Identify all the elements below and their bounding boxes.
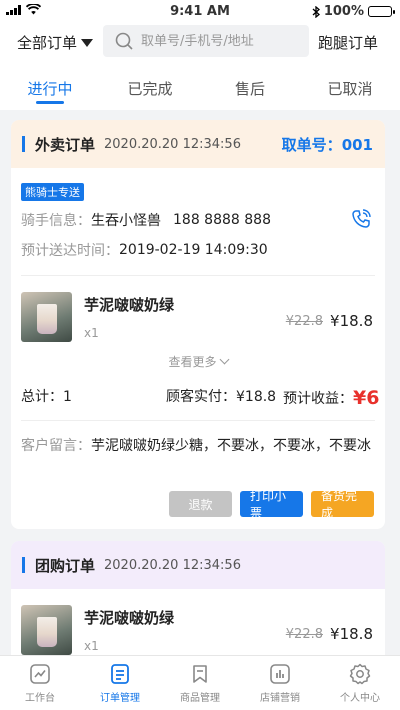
phone-call-icon[interactable]	[351, 209, 371, 229]
chevron-down-icon	[219, 354, 229, 365]
pickup-number: 取单号：001	[282, 134, 373, 155]
product-original-price: ¥22.8	[285, 314, 323, 329]
total-count: 总计：1	[21, 386, 72, 406]
accent-bar	[22, 136, 25, 152]
paid-label: 顾客实付：	[166, 389, 236, 405]
product-price: ¥18.8	[330, 625, 373, 643]
tabbar-item-orders[interactable]: 订单管理	[80, 656, 160, 710]
product-qty: x1	[84, 326, 99, 340]
status-bar: 9:41 AM 100%	[0, 0, 400, 22]
errand-orders-link[interactable]: 跑腿订单	[318, 32, 378, 53]
bookmark-icon	[193, 665, 207, 683]
caret-down-icon	[81, 38, 94, 47]
tab-after-sale[interactable]: 售后	[200, 64, 300, 110]
battery-icon	[368, 6, 395, 17]
product-item: 芋泥啵啵奶绿 x1 ¥22.8 ¥18.8	[11, 276, 385, 350]
remark-label: 客户留言：	[21, 438, 91, 454]
battery-percent: 100%	[323, 4, 364, 19]
order-type: 外卖订单	[35, 135, 96, 154]
tabbar-item-profile[interactable]: 个人中心	[320, 656, 400, 710]
total-label: 总计：	[21, 389, 63, 405]
paid-value: ¥18.8	[236, 389, 277, 405]
rider-info: 骑手信息： 生吞小怪兽 188 8888 888	[21, 207, 385, 233]
order-datetime: 2020.20.20 12:34:56	[104, 136, 241, 152]
top-header: 全部订单 跑腿订单	[0, 22, 400, 64]
tabbar-label: 工作台	[25, 693, 55, 704]
view-more-button[interactable]: 查看更多	[11, 350, 385, 374]
estimated-income: 预计收益：¥6	[283, 386, 380, 409]
remark-text: 芋泥啵啵奶绿少糖，不要冰，不要冰，不要冰	[91, 438, 371, 454]
delivery-tag: 熊骑士专送	[21, 183, 84, 201]
product-item: 芋泥啵啵奶绿 x1 ¥22.8 ¥18.8	[11, 589, 385, 655]
order-card: 外卖订单 2020.20.20 12:34:56 取单号：001 熊骑士专送 骑…	[11, 120, 385, 529]
tabbar-item-dashboard[interactable]: 工作台	[0, 656, 80, 710]
customer-paid: 顾客实付：¥18.8	[166, 386, 276, 406]
gear-icon	[349, 663, 371, 685]
product-name: 芋泥啵啵奶绿	[84, 609, 175, 627]
view-more-label: 查看更多	[168, 355, 217, 369]
eta-label: 预计送达时间：	[21, 243, 119, 259]
rider-name: 生吞小怪兽	[91, 213, 161, 229]
tab-completed[interactable]: 已完成	[100, 64, 200, 110]
product-qty: x1	[84, 639, 99, 653]
rider-phone: 188 8888 888	[173, 212, 271, 228]
product-name: 芋泥啵啵奶绿	[84, 296, 175, 314]
pickup-label: 取单号：	[281, 135, 342, 154]
print-receipt-button[interactable]: 打印小票	[240, 489, 303, 520]
tab-in-progress[interactable]: 进行中	[0, 64, 100, 110]
tabbar-label: 商品管理	[180, 693, 220, 704]
divider	[21, 420, 375, 421]
order-type: 团购订单	[35, 556, 96, 575]
product-original-price: ¥22.8	[285, 627, 323, 642]
bluetooth-icon	[312, 5, 320, 18]
total-value: 1	[63, 389, 72, 405]
product-price: ¥18.8	[330, 312, 373, 330]
accent-bar	[22, 557, 25, 573]
ready-button[interactable]: 备货完成	[311, 489, 374, 520]
product-image	[21, 605, 72, 655]
tabbar-label: 个人中心	[340, 693, 380, 704]
dashboard-icon	[30, 664, 50, 684]
income-label: 预计收益：	[283, 391, 353, 407]
search-icon	[115, 32, 133, 50]
order-datetime: 2020.20.20 12:34:56	[104, 557, 241, 573]
refund-button[interactable]: 退款	[169, 491, 232, 517]
tabbar-label: 店铺营销	[260, 693, 300, 704]
tabbar-label: 订单管理	[100, 693, 140, 704]
order-filter-dropdown[interactable]: 全部订单	[17, 32, 94, 53]
order-status-tabs: 进行中 已完成 售后 已取消	[0, 64, 400, 110]
pickup-value: 001	[341, 135, 373, 154]
tabbar-item-marketing[interactable]: 店铺营销	[240, 656, 320, 710]
order-totals: 总计：1 顾客实付：¥18.8 预计收益：¥6	[11, 374, 385, 414]
order-filter-label: 全部订单	[17, 34, 78, 52]
order-card-header: 外卖订单 2020.20.20 12:34:56 取单号：001	[11, 120, 385, 168]
search-input[interactable]	[141, 33, 301, 49]
search-box[interactable]	[103, 25, 309, 57]
tabbar-item-products[interactable]: 商品管理	[160, 656, 240, 710]
chart-icon	[270, 664, 290, 684]
eta-value: 2019-02-19 14:09:30	[119, 242, 268, 258]
order-actions: 退款 打印小票 备货完成	[169, 489, 374, 520]
income-value: ¥6	[353, 387, 380, 409]
tab-cancelled[interactable]: 已取消	[300, 64, 400, 110]
order-list-icon	[111, 664, 129, 684]
order-card: 团购订单 2020.20.20 12:34:56 芋泥啵啵奶绿 x1 ¥22.8…	[11, 541, 385, 655]
eta-info: 预计送达时间： 2019-02-19 14:09:30	[21, 237, 385, 263]
order-card-header: 团购订单 2020.20.20 12:34:56	[11, 541, 385, 589]
bottom-tab-bar: 工作台 订单管理 商品管理 店铺营销 个人中心	[0, 655, 400, 710]
rider-label: 骑手信息：	[21, 213, 91, 229]
product-image	[21, 292, 72, 342]
customer-remark: 客户留言：芋泥啵啵奶绿少糖，不要冰，不要冰，不要冰	[21, 435, 375, 459]
